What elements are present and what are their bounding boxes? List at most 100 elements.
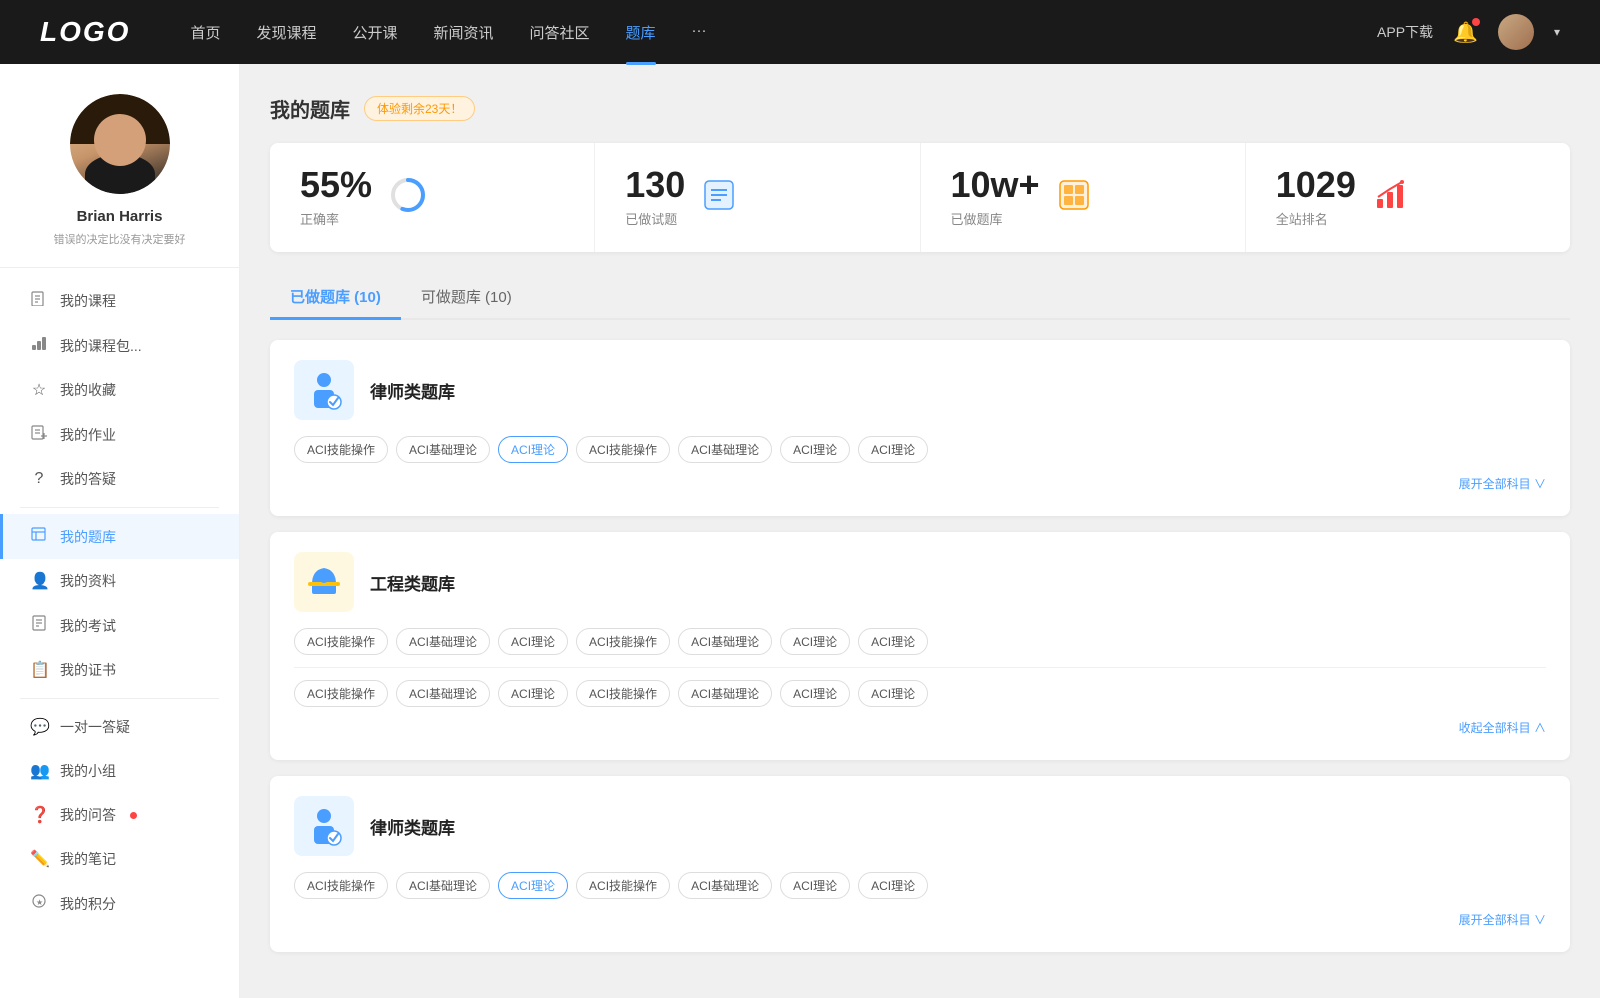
done-banks-label: 已做题库 <box>951 209 1040 228</box>
tags-row-lawyer-1: ACI技能操作 ACI基础理论 ACI理论 ACI技能操作 ACI基础理论 AC… <box>294 436 1546 463</box>
sidebar-item-my-qa[interactable]: ? 我的答疑 <box>0 457 239 501</box>
sidebar-item-one-on-one[interactable]: 💬 一对一答疑 <box>0 705 239 749</box>
nav-qa[interactable]: 问答社区 <box>530 22 590 43</box>
sidebar-item-my-courses[interactable]: 我的课程 <box>0 278 239 323</box>
eng-tag-r2-1[interactable]: ACI基础理论 <box>396 680 490 707</box>
eng-tag-5[interactable]: ACI理论 <box>780 628 850 655</box>
qbank-header-lawyer-2: 律师类题库 <box>294 796 1546 856</box>
user-menu-chevron[interactable]: ▾ <box>1554 25 1560 39</box>
navbar: LOGO 首页 发现课程 公开课 新闻资讯 问答社区 题库 ··· APP下载 … <box>0 0 1600 64</box>
divider-2 <box>20 698 219 699</box>
tag-1[interactable]: ACI基础理论 <box>396 436 490 463</box>
eng-tag-r2-4[interactable]: ACI基础理论 <box>678 680 772 707</box>
sidebar-label-my-points: 我的积分 <box>60 894 116 914</box>
eng-tag-2[interactable]: ACI理论 <box>498 628 568 655</box>
main-content: 我的题库 体验剩余23天！ 55% 正确率 <box>240 64 1600 998</box>
tag-6[interactable]: ACI理论 <box>858 436 928 463</box>
eng-tag-3[interactable]: ACI技能操作 <box>576 628 670 655</box>
eng-tag-r2-6[interactable]: ACI理论 <box>858 680 928 707</box>
l2-tag-4[interactable]: ACI基础理论 <box>678 872 772 899</box>
tag-0[interactable]: ACI技能操作 <box>294 436 388 463</box>
divider-1 <box>20 507 219 508</box>
done-questions-icon <box>701 177 737 218</box>
qbank-icon <box>30 526 48 547</box>
sidebar-label-my-notes: 我的笔记 <box>60 849 116 869</box>
collapse-button-engineer-1[interactable]: 收起全部科目 ∧ <box>294 715 1546 740</box>
eng-tag-r2-5[interactable]: ACI理论 <box>780 680 850 707</box>
courses-icon <box>30 290 48 311</box>
nav-more[interactable]: ··· <box>692 22 707 43</box>
notification-bell[interactable]: 🔔 <box>1453 20 1478 45</box>
eng-tag-6[interactable]: ACI理论 <box>858 628 928 655</box>
sidebar-item-my-notes[interactable]: ✏️ 我的笔记 <box>0 837 239 881</box>
eng-tag-0[interactable]: ACI技能操作 <box>294 628 388 655</box>
nav-qbank[interactable]: 题库 <box>626 22 656 43</box>
expand-button-lawyer-2[interactable]: 展开全部科目 ∨ <box>294 907 1546 932</box>
homework-icon <box>30 424 48 445</box>
qbank-card-lawyer-2: 律师类题库 ACI技能操作 ACI基础理论 ACI理论 ACI技能操作 ACI基… <box>270 776 1570 952</box>
eng-tag-r2-3[interactable]: ACI技能操作 <box>576 680 670 707</box>
sidebar-label-one-on-one: 一对一答疑 <box>60 717 130 737</box>
sidebar-item-my-group[interactable]: 👥 我的小组 <box>0 749 239 793</box>
profile-avatar[interactable] <box>70 94 170 194</box>
sidebar-label-my-group: 我的小组 <box>60 761 116 781</box>
done-banks-value: 10w+ <box>951 167 1040 203</box>
app-download-button[interactable]: APP下载 <box>1377 22 1433 42</box>
tag-5[interactable]: ACI理论 <box>780 436 850 463</box>
sidebar-label-my-qa: 我的答疑 <box>60 469 116 489</box>
done-questions-label: 已做试题 <box>625 209 685 228</box>
logo[interactable]: LOGO <box>40 16 130 48</box>
sidebar-label-my-homework: 我的作业 <box>60 425 116 445</box>
stat-rank: 1029 全站排名 <box>1246 143 1570 252</box>
expand-button-lawyer-1[interactable]: 展开全部科目 ∨ <box>294 471 1546 496</box>
sidebar-label-my-profile: 我的资料 <box>60 571 116 591</box>
tag-3[interactable]: ACI技能操作 <box>576 436 670 463</box>
l2-tag-3[interactable]: ACI技能操作 <box>576 872 670 899</box>
sidebar-item-my-qbank[interactable]: 我的题库 <box>0 514 239 559</box>
nav-opencourse[interactable]: 公开课 <box>352 22 397 43</box>
lawyer-icon-wrap-1 <box>294 360 354 420</box>
sidebar-label-my-qbank: 我的题库 <box>60 527 116 547</box>
sidebar-item-my-exam[interactable]: 我的考试 <box>0 603 239 648</box>
rank-label: 全站排名 <box>1276 209 1356 228</box>
sidebar-item-my-favorites[interactable]: ☆ 我的收藏 <box>0 368 239 412</box>
tag-2[interactable]: ACI理论 <box>498 436 568 463</box>
eng-row-divider <box>294 667 1546 668</box>
l2-tag-6[interactable]: ACI理论 <box>858 872 928 899</box>
eng-tag-r2-0[interactable]: ACI技能操作 <box>294 680 388 707</box>
l2-tag-2[interactable]: ACI理论 <box>498 872 568 899</box>
nav-news[interactable]: 新闻资讯 <box>434 22 494 43</box>
tags-row-lawyer-2: ACI技能操作 ACI基础理论 ACI理论 ACI技能操作 ACI基础理论 AC… <box>294 872 1546 899</box>
eng-tag-1[interactable]: ACI基础理论 <box>396 628 490 655</box>
accuracy-icon <box>388 175 428 220</box>
l2-tag-0[interactable]: ACI技能操作 <box>294 872 388 899</box>
l2-tag-5[interactable]: ACI理论 <box>780 872 850 899</box>
sidebar-menu: 我的课程 我的课程包... ☆ 我的收藏 我的作业 ? 我的答疑 <box>0 278 239 926</box>
sidebar-item-my-cert[interactable]: 📋 我的证书 <box>0 648 239 692</box>
qbank-card-engineer-1: 工程类题库 ACI技能操作 ACI基础理论 ACI理论 ACI技能操作 ACI基… <box>270 532 1570 760</box>
done-banks-value-wrap: 10w+ 已做题库 <box>951 167 1040 228</box>
eng-tag-4[interactable]: ACI基础理论 <box>678 628 772 655</box>
group-icon: 👥 <box>30 761 48 781</box>
nav-home[interactable]: 首页 <box>190 22 220 43</box>
user-avatar[interactable] <box>1498 14 1534 50</box>
nav-right: APP下载 🔔 ▾ <box>1377 14 1560 50</box>
tab-done[interactable]: 已做题库 (10) <box>270 276 401 320</box>
eng-tag-r2-2[interactable]: ACI理论 <box>498 680 568 707</box>
nav-links: 首页 发现课程 公开课 新闻资讯 问答社区 题库 ··· <box>190 22 1377 43</box>
stat-accuracy: 55% 正确率 <box>270 143 595 252</box>
sidebar-item-my-questions[interactable]: ❓ 我的问答 <box>0 793 239 837</box>
rank-value: 1029 <box>1276 167 1356 203</box>
l2-tag-1[interactable]: ACI基础理论 <box>396 872 490 899</box>
tag-4[interactable]: ACI基础理论 <box>678 436 772 463</box>
sidebar-item-my-points[interactable]: ★ 我的积分 <box>0 881 239 926</box>
qbank-title-lawyer-2: 律师类题库 <box>370 814 455 839</box>
nav-discover[interactable]: 发现课程 <box>256 22 316 43</box>
sidebar: Brian Harris 错误的决定比没有决定要好 我的课程 我的课程包... … <box>0 64 240 998</box>
sidebar-item-my-packages[interactable]: 我的课程包... <box>0 323 239 368</box>
avatar-image <box>1498 14 1534 50</box>
profile-motto: 错误的决定比没有决定要好 <box>54 231 186 247</box>
sidebar-item-my-homework[interactable]: 我的作业 <box>0 412 239 457</box>
sidebar-item-my-profile[interactable]: 👤 我的资料 <box>0 559 239 603</box>
tab-todo[interactable]: 可做题库 (10) <box>401 276 532 320</box>
